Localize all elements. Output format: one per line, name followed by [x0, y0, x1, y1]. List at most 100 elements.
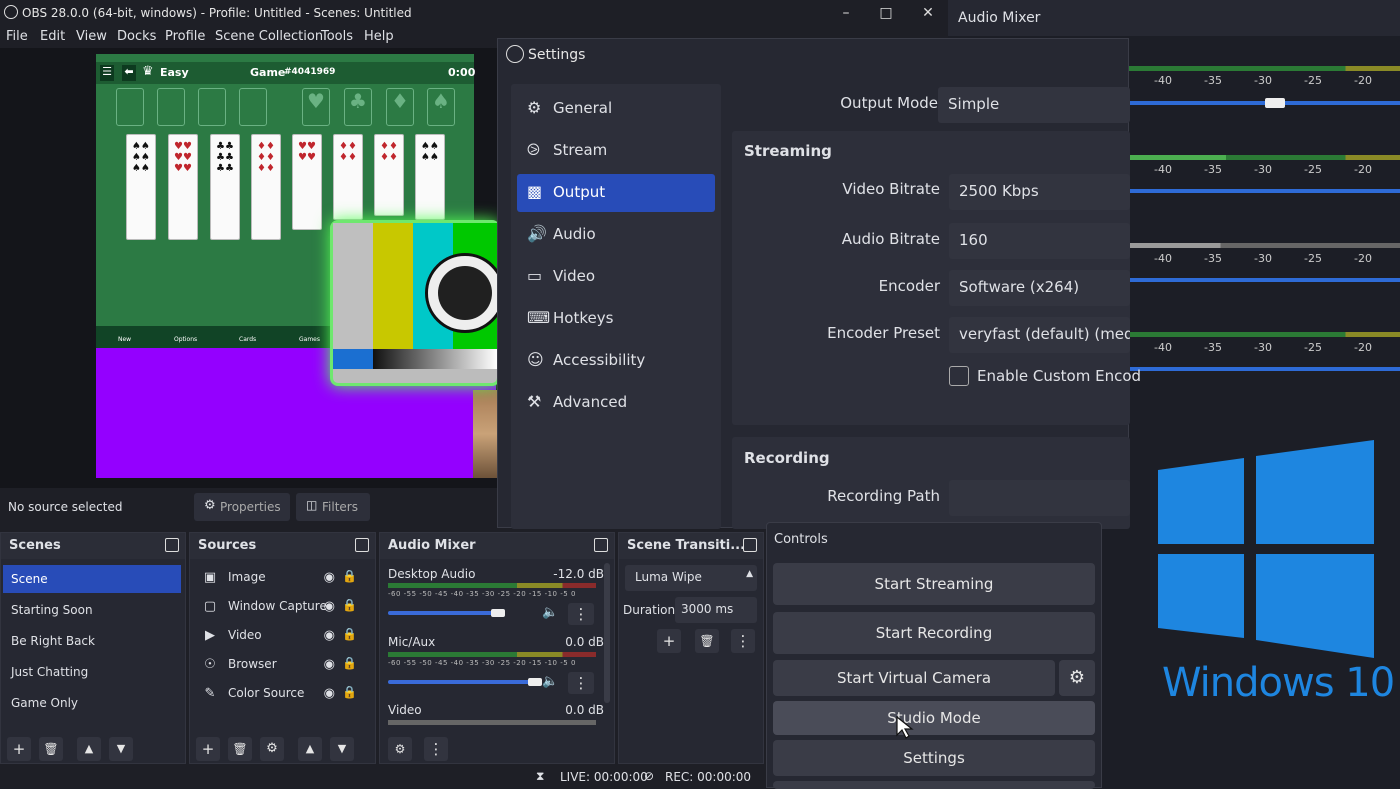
volume-slider[interactable] — [1128, 189, 1400, 193]
title-bar: OBS 28.0.0 (64-bit, windows) - Profile: … — [0, 0, 948, 26]
recording-path-input[interactable] — [949, 480, 1130, 516]
speaker-icon[interactable]: 🔈 — [542, 674, 558, 689]
volume-slider[interactable] — [388, 611, 501, 615]
audio-bitrate-value: 160 — [959, 231, 988, 249]
encoder-select[interactable]: Software (x264) — [949, 270, 1130, 306]
add-scene-button[interactable]: + — [7, 737, 31, 761]
source-item-image[interactable]: ▣ Image ◉ 🔒 — [194, 565, 371, 591]
mixer-menu-button[interactable]: ⋮ — [424, 737, 448, 761]
advanced-audio-button[interactable]: ⚙ — [388, 737, 412, 761]
volume-slider-handle[interactable] — [490, 609, 505, 617]
settings-button[interactable]: Settings — [773, 740, 1095, 776]
remove-source-button[interactable]: 🗑 — [228, 737, 252, 761]
lock-icon[interactable]: 🔒 — [342, 569, 357, 583]
custom-encoder-label: Enable Custom Encod — [977, 367, 1142, 385]
source-properties-button[interactable]: ⚙ — [260, 737, 284, 761]
float-dock-icon[interactable] — [743, 538, 757, 552]
source-item-window-capture[interactable]: ▢ Window Capture ◉ 🔒 — [194, 594, 371, 620]
menu-help[interactable]: Help — [364, 29, 394, 44]
volume-slider[interactable] — [388, 680, 538, 684]
clubs-slot: ♣ — [344, 88, 372, 126]
scene-item-starting-soon[interactable]: Starting Soon — [3, 596, 181, 624]
studio-mode-button[interactable]: Studio Mode — [773, 701, 1095, 735]
menu-profile[interactable]: Profile — [165, 29, 205, 44]
menu-file[interactable]: File — [6, 29, 28, 44]
menu-view[interactable]: View — [76, 29, 107, 44]
nav-general[interactable]: ⚙ General — [517, 90, 715, 128]
scene-item-just-chatting[interactable]: Just Chatting — [3, 658, 181, 686]
nav-advanced[interactable]: ⚒ Advanced — [517, 384, 715, 422]
custom-encoder-checkbox[interactable] — [949, 366, 969, 386]
lock-icon[interactable]: 🔒 — [342, 627, 357, 641]
lock-icon[interactable]: 🔒 — [342, 598, 357, 612]
move-up-button[interactable]: ▲ — [298, 737, 322, 761]
lock-icon[interactable]: 🔒 — [342, 685, 357, 699]
move-up-button[interactable]: ▲ — [77, 737, 101, 761]
audio-bitrate-select[interactable]: 160 — [949, 223, 1130, 259]
scene-item-game-only[interactable]: Game Only — [3, 689, 181, 717]
transition-menu-button[interactable]: ⋮ — [731, 629, 755, 653]
filters-button[interactable]: ◫ Filters — [296, 493, 370, 521]
eye-icon[interactable]: ◉ — [324, 628, 335, 643]
volume-slider[interactable] — [1128, 367, 1400, 371]
source-item-browser[interactable]: ☉ Browser ◉ 🔒 — [194, 652, 371, 678]
menu-docks[interactable]: Docks — [117, 29, 156, 44]
add-transition-button[interactable]: + — [657, 629, 681, 653]
maximize-button[interactable]: □ — [866, 2, 906, 24]
channel-name: Mic/Aux — [388, 635, 436, 649]
source-item-color-source[interactable]: ✎ Color Source ◉ 🔒 — [194, 681, 371, 707]
volume-slider[interactable] — [1128, 278, 1400, 282]
transition-select[interactable]: Luma Wipe ▲ — [625, 565, 757, 591]
virtual-camera-settings-button[interactable]: ⚙ — [1059, 660, 1095, 696]
move-down-button[interactable]: ▼ — [109, 737, 133, 761]
add-source-button[interactable]: + — [196, 737, 220, 761]
speaker-icon[interactable]: 🔈 — [542, 605, 558, 620]
menu-tools[interactable]: Tools — [321, 29, 353, 44]
volume-slider-handle[interactable] — [1264, 98, 1285, 108]
float-dock-icon[interactable] — [165, 538, 179, 552]
nav-hotkeys[interactable]: ⌨ Hotkeys — [517, 300, 715, 338]
float-dock-icon[interactable] — [355, 538, 369, 552]
remove-transition-button[interactable]: 🗑 — [695, 629, 719, 653]
playing-card: ♥♥ ♥♥ ♥♥ — [168, 134, 198, 240]
eye-icon[interactable]: ◉ — [324, 570, 335, 585]
eye-icon[interactable]: ◉ — [324, 657, 335, 672]
video-bitrate-spinbox[interactable]: 2500 Kbps — [949, 174, 1130, 210]
properties-button[interactable]: ⚙ Properties — [194, 493, 290, 521]
nav-accessibility[interactable]: ☺ Accessibility — [517, 342, 715, 380]
minimize-button[interactable]: – — [826, 2, 866, 24]
volume-slider-handle[interactable] — [528, 678, 542, 686]
output-mode-select[interactable]: Simple — [938, 87, 1130, 123]
start-recording-button[interactable]: Start Recording — [773, 612, 1095, 654]
chevron-updown-icon: ▲ — [746, 569, 753, 579]
menu-scene-collection[interactable]: Scene Collection — [215, 29, 323, 44]
eye-icon[interactable]: ◉ — [324, 686, 335, 701]
volume-meter — [1128, 243, 1400, 248]
nav-output[interactable]: ▩ Output — [517, 174, 715, 212]
eye-icon[interactable]: ◉ — [324, 599, 335, 614]
close-button[interactable]: ✕ — [908, 2, 948, 24]
nav-label: Video — [553, 267, 596, 285]
nav-stream[interactable]: ⧁ Stream — [517, 132, 715, 170]
nav-audio[interactable]: 🔊 Audio — [517, 216, 715, 254]
mixer-scrollbar[interactable] — [604, 563, 610, 703]
channel-menu-button[interactable]: ⋮ — [568, 672, 594, 694]
duration-spinbox[interactable]: 3000 ms — [675, 597, 757, 623]
gear-icon: ⚙ — [527, 98, 542, 117]
nav-video[interactable]: ▭ Video — [517, 258, 715, 296]
float-dock-icon[interactable] — [594, 538, 608, 552]
start-streaming-button[interactable]: Start Streaming — [773, 563, 1095, 605]
channel-menu-button[interactable]: ⋮ — [568, 603, 594, 625]
source-item-video[interactable]: ▶ Video ◉ 🔒 — [194, 623, 371, 649]
lock-icon[interactable]: 🔒 — [342, 656, 357, 670]
nav-label: Output — [553, 183, 606, 201]
remove-scene-button[interactable]: 🗑 — [39, 737, 63, 761]
image-icon: ▣ — [203, 570, 217, 585]
scene-item-be-right-back[interactable]: Be Right Back — [3, 627, 181, 655]
volume-meter — [388, 583, 596, 588]
encoder-preset-select[interactable]: veryfast (default) (mediu — [949, 317, 1130, 353]
start-virtual-camera-button[interactable]: Start Virtual Camera — [773, 660, 1055, 696]
scene-item-scene[interactable]: Scene — [3, 565, 181, 593]
move-down-button[interactable]: ▼ — [330, 737, 354, 761]
menu-edit[interactable]: Edit — [40, 29, 65, 44]
